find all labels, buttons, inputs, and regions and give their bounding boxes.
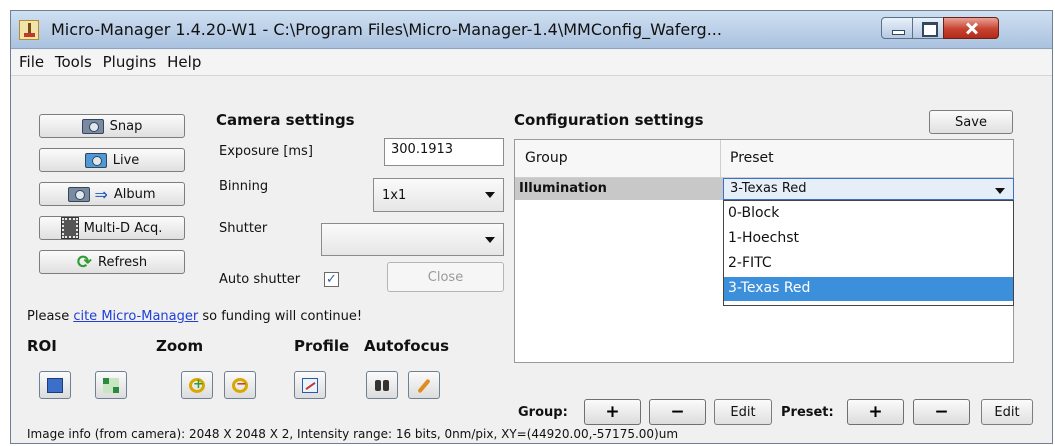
minimize-icon[interactable] [881,17,913,39]
binning-select[interactable]: 1x1 [373,178,504,212]
title-bar[interactable]: Micro-Manager 1.4.20-W1 - C:\Program Fil… [11,11,1052,49]
zoom-out-icon [232,377,248,393]
snap-button[interactable]: Snap [39,114,185,138]
preset-select[interactable]: 3-Texas Red [723,178,1014,200]
binning-label: Binning [219,179,269,194]
multi-d-acq-button[interactable]: Multi-D Acq. [39,216,185,240]
column-preset[interactable]: Preset [730,150,774,166]
configuration-settings-title: Configuration settings [514,111,704,129]
set-roi-button[interactable] [39,371,71,399]
line-profile-icon [302,378,318,393]
preset-option-2-fitc[interactable]: 2-FITC [724,252,1013,276]
column-group[interactable]: Group [525,150,568,166]
shutter-label: Shutter [219,221,268,236]
zoom-heading: Zoom [156,337,204,355]
close-shutter-button[interactable]: Close [387,262,504,292]
profile-heading: Profile [294,337,350,355]
add-preset-button[interactable]: + [847,399,904,425]
cite-text: Please cite Micro-Manager so funding wil… [27,309,363,324]
remove-group-button[interactable]: − [649,399,706,425]
menu-file[interactable]: File [19,53,44,71]
zoom-in-button[interactable] [181,371,213,399]
window-title: Micro-Manager 1.4.20-W1 - C:\Program Fil… [51,20,722,39]
remove-preset-button[interactable]: − [913,399,970,425]
app-window: Micro-Manager 1.4.20-W1 - C:\Program Fil… [10,10,1053,444]
preset-dropdown: 0-Block 1-Hoechst 2-FITC 3-Texas Red [723,200,1014,306]
zoom-out-button[interactable] [224,371,256,399]
album-button[interactable]: ⇒ Album [39,182,185,206]
menu-help[interactable]: Help [167,53,201,71]
microscope-icon [19,20,39,40]
binoculars-icon [374,378,390,393]
full-frame-icon [103,378,119,393]
preset-option-0-block[interactable]: 0-Block [724,202,1013,226]
live-camera-icon [84,152,107,168]
roi-icon [47,378,63,393]
camera-icon [68,186,91,202]
edit-preset-button[interactable]: Edit [981,399,1033,425]
autofocus-settings-button[interactable] [408,371,440,399]
roi-heading: ROI [27,337,57,355]
row-group-name: Illumination [519,181,607,196]
auto-shutter-checkbox[interactable]: ✓ [324,272,339,287]
zoom-in-icon [189,377,205,393]
table-header: Group Preset [515,140,1013,178]
status-bar: Image info (from camera): 2048 X 2048 X … [27,427,679,441]
clear-roi-button[interactable] [95,371,127,399]
wrench-icon [416,378,432,393]
preset-option-1-hoechst[interactable]: 1-Hoechst [724,227,1013,251]
configuration-table: Group Preset Illumination 3-Texas Red 0-… [514,139,1014,363]
autofocus-heading: Autofocus [364,337,450,355]
chevron-down-icon [485,192,495,198]
line-profile-button[interactable] [294,371,326,399]
add-group-button[interactable]: + [584,399,641,425]
refresh-button[interactable]: ⟳ Refresh [39,250,185,274]
arrow-right-icon: ⇒ [94,184,108,204]
live-button[interactable]: Live [39,148,185,172]
close-icon[interactable] [943,17,999,39]
edit-group-button[interactable]: Edit [714,399,772,425]
film-strip-icon [60,217,79,239]
autofocus-button[interactable] [366,371,398,399]
camera-icon [81,118,104,134]
menu-plugins[interactable]: Plugins [103,53,157,71]
auto-shutter-label: Auto shutter [219,272,301,287]
menu-tools[interactable]: Tools [55,53,92,71]
chevron-down-icon [485,236,495,243]
preset-label: Preset: [781,405,834,420]
camera-settings-title: Camera settings [216,111,355,129]
refresh-icon: ⟳ [76,251,92,273]
exposure-label: Exposure [ms] [219,144,313,159]
cite-link[interactable]: cite Micro-Manager [73,309,198,324]
group-label: Group: [518,405,568,420]
chevron-down-icon [995,188,1005,194]
shutter-select[interactable] [321,223,504,256]
maximize-icon[interactable] [912,17,944,39]
menu-bar: File Tools Plugins Help [11,50,1052,76]
save-button[interactable]: Save [929,110,1013,134]
exposure-input[interactable]: 300.1913 [384,138,504,166]
preset-option-3-texas-red[interactable]: 3-Texas Red [724,277,1013,301]
